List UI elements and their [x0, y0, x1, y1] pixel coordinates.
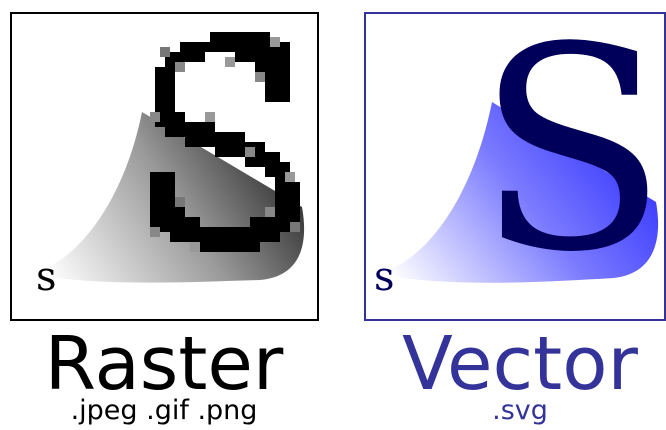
vector-big-letter: S — [476, 12, 666, 314]
vector-formats: .svg — [492, 395, 548, 426]
vector-small-letter: s — [374, 254, 395, 300]
raster-illustration: s — [10, 12, 319, 321]
vector-title: Vector — [402, 321, 638, 407]
raster-formats: .jpeg .gif .png — [70, 395, 258, 426]
vector-illustration: S s — [364, 12, 666, 321]
raster-panel: s — [10, 12, 319, 321]
vector-panel: S s — [364, 12, 666, 321]
raster-title: Raster — [44, 321, 284, 407]
raster-small-letter: s — [36, 254, 57, 300]
